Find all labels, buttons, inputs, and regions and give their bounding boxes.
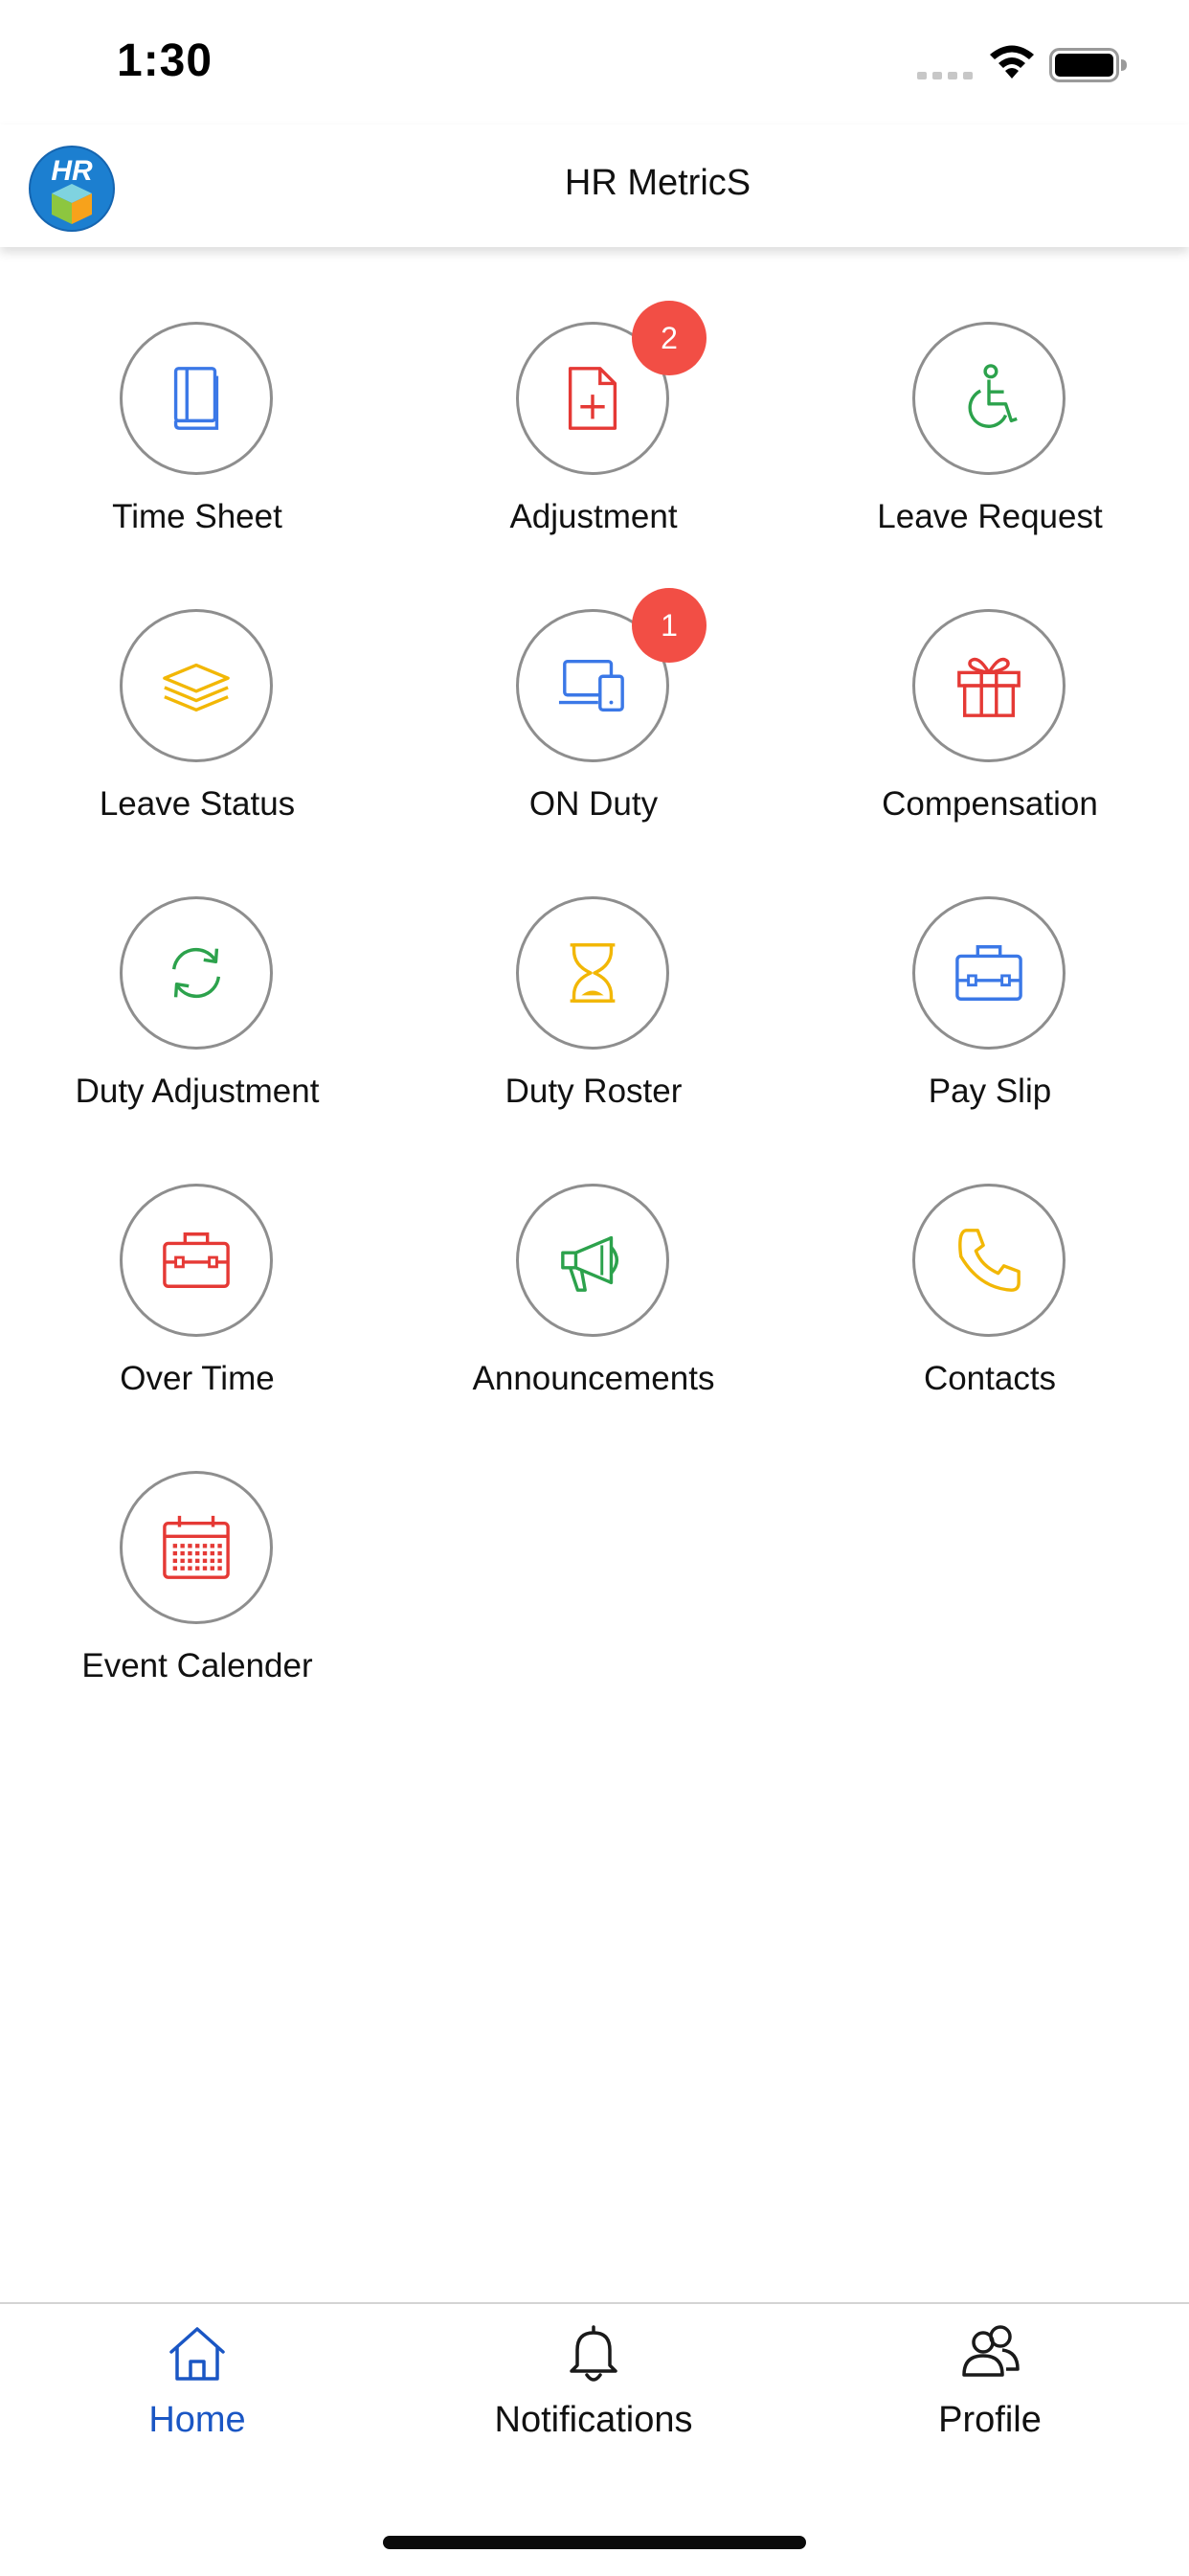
battery-icon [1049, 48, 1127, 82]
menu-tile-label: Leave Status [99, 785, 296, 823]
menu-icon-circle[interactable] [912, 609, 1066, 762]
menu-tile-label: Over Time [120, 1360, 275, 1397]
document-plus-icon [568, 367, 617, 430]
tab-home[interactable]: Home [54, 2321, 341, 2465]
status-bar: 1:30 [0, 0, 1189, 124]
menu-icon-circle[interactable] [912, 322, 1066, 475]
gift-icon [957, 657, 1021, 717]
status-time: 1:30 [117, 35, 213, 86]
home-icon [169, 2327, 225, 2381]
app-header: HR HR MetricS [0, 124, 1189, 247]
menu-tile-leave-request[interactable]: Leave Request [846, 247, 1133, 535]
book-icon [173, 367, 219, 430]
menu-tile-time-sheet[interactable]: Time Sheet [54, 247, 341, 535]
menu-tile-label: ON Duty [528, 785, 659, 823]
notification-badge: 2 [632, 301, 707, 375]
menu-tile-duty-adjustment[interactable]: Duty Adjustment [54, 822, 341, 1110]
layers-icon [163, 663, 230, 712]
menu-tile-over-time[interactable]: Over Time [54, 1109, 341, 1397]
menu-tile-event-calender[interactable]: Event Calender [54, 1396, 341, 1684]
menu-tile-label: Event Calender [81, 1647, 313, 1684]
cellular-signal-icon [917, 72, 973, 79]
menu-tile-label: Leave Request [877, 498, 1103, 535]
tab-label: Notifications [494, 2400, 693, 2440]
menu-icon-circle[interactable] [516, 896, 669, 1050]
calendar-icon [163, 1515, 230, 1579]
home-indicator [383, 2536, 806, 2549]
phone-icon [958, 1229, 1021, 1292]
menu-tile-label: Duty Roster [505, 1073, 683, 1110]
hourglass-icon [570, 943, 616, 1003]
refresh-icon [171, 947, 221, 999]
menu-tile-adjustment[interactable]: 2 Adjustment [450, 247, 737, 535]
tab-label: Home [148, 2400, 246, 2440]
menu-tile-label: Duty Adjustment [75, 1073, 320, 1110]
menu-tile-label: Compensation [882, 785, 1098, 823]
menu-icon-circle[interactable] [120, 322, 273, 475]
menu-tile-pay-slip[interactable]: Pay Slip [846, 822, 1133, 1110]
menu-icon-circle[interactable] [912, 896, 1066, 1050]
menu-tile-contacts[interactable]: Contacts [846, 1109, 1133, 1397]
bell-icon [570, 2325, 617, 2382]
menu-tile-label: Contacts [923, 1360, 1057, 1397]
menu-tile-duty-roster[interactable]: Duty Roster [450, 822, 737, 1110]
menu-tile-announcements[interactable]: Announcements [450, 1109, 737, 1397]
menu-tile-label: Announcements [472, 1360, 715, 1397]
menu-tile-leave-status[interactable]: Leave Status [54, 534, 341, 823]
app-title: HR MetricS [564, 163, 752, 203]
menu-icon-circle[interactable] [120, 1184, 273, 1337]
menu-icon-circle[interactable] [120, 609, 273, 762]
menu-icon-circle[interactable] [516, 1184, 669, 1337]
menu-icon-circle[interactable] [120, 1471, 273, 1624]
wifi-icon [990, 45, 1034, 79]
notification-badge: 1 [632, 588, 707, 663]
menu-tile-compensation[interactable]: Compensation [846, 534, 1133, 823]
tab-label: Profile [938, 2400, 1042, 2440]
menu-icon-circle[interactable] [120, 896, 273, 1050]
briefcase-icon [955, 945, 1022, 1001]
users-icon [962, 2325, 1020, 2377]
megaphone-icon [561, 1235, 619, 1292]
menu-icon-circle[interactable] [912, 1184, 1066, 1337]
devices-icon [558, 659, 624, 712]
menu-tile-label: Adjustment [509, 498, 678, 535]
menu-tile-label: Time Sheet [112, 498, 282, 535]
wheelchair-icon [968, 364, 1018, 428]
tab-profile[interactable]: Profile [846, 2321, 1133, 2465]
menu-tile-label: Pay Slip [928, 1073, 1052, 1110]
toolbox-icon [163, 1232, 230, 1288]
menu-tile-on-duty[interactable]: 1 ON Duty [450, 534, 737, 823]
tab-notifications[interactable]: Notifications [450, 2321, 737, 2465]
